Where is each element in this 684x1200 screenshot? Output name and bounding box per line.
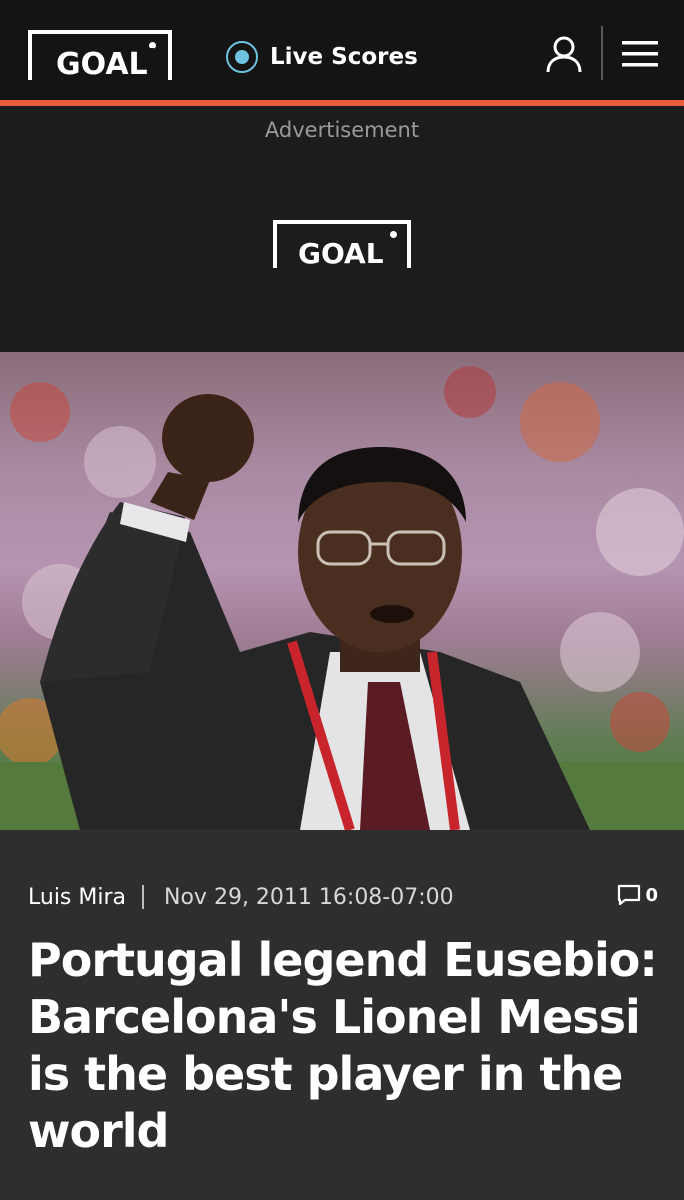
ad-logo-dot bbox=[390, 231, 397, 238]
comments-button[interactable]: 0 bbox=[617, 884, 658, 906]
live-indicator-icon bbox=[226, 41, 258, 73]
user-icon bbox=[546, 36, 582, 73]
comment-count: 0 bbox=[645, 884, 658, 906]
ad-logo-text: GOAL bbox=[293, 238, 389, 270]
header-divider bbox=[601, 26, 603, 80]
meta-separator bbox=[142, 885, 145, 909]
top-nav-bar: GOAL Live Scores bbox=[0, 0, 684, 100]
article-hero-image bbox=[0, 352, 684, 830]
publish-date: Nov 29, 2011 16:08-07:00 bbox=[164, 884, 454, 910]
comment-icon bbox=[618, 884, 641, 906]
goal-logo[interactable]: GOAL bbox=[28, 30, 172, 82]
article-meta: Luis Mira Nov 29, 2011 16:08-07:00 0 bbox=[28, 880, 658, 914]
user-account-button[interactable] bbox=[544, 34, 584, 74]
live-scores-link[interactable]: Live Scores bbox=[226, 40, 418, 74]
hero-photo-illustration bbox=[0, 366, 684, 830]
hamburger-menu-icon bbox=[622, 41, 658, 67]
advertisement-label: Advertisement bbox=[264, 118, 420, 142]
menu-button[interactable] bbox=[620, 38, 660, 70]
advertisement-slot[interactable]: Advertisement GOAL bbox=[0, 106, 684, 352]
author-link[interactable]: Luis Mira bbox=[28, 885, 126, 910]
live-scores-label: Live Scores bbox=[270, 44, 418, 70]
ad-goal-logo: GOAL bbox=[273, 220, 411, 270]
article-headline: Portugal legend Eusebio: Barcelona's Lio… bbox=[28, 933, 658, 1158]
logo-text: GOAL bbox=[50, 48, 154, 82]
